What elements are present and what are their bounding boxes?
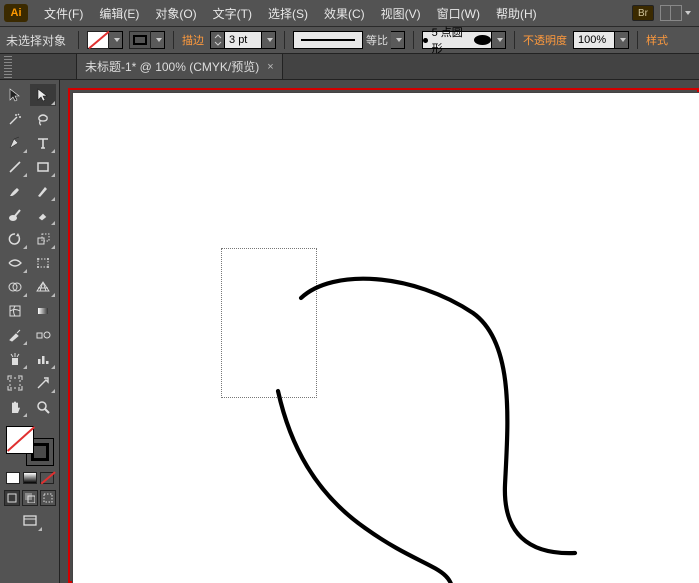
lasso-tool[interactable] bbox=[30, 108, 56, 130]
eyedropper-tool[interactable] bbox=[2, 324, 28, 346]
zoom-tool[interactable] bbox=[30, 396, 56, 418]
fill-swatch[interactable] bbox=[87, 31, 123, 49]
rectangle-tool[interactable] bbox=[30, 156, 56, 178]
fill-color-box[interactable] bbox=[6, 426, 34, 454]
fill-stroke-indicator[interactable] bbox=[4, 424, 56, 468]
workspace-switcher[interactable] bbox=[660, 5, 691, 21]
hand-tool[interactable] bbox=[2, 396, 28, 418]
close-tab-button[interactable]: × bbox=[267, 61, 273, 73]
style-label[interactable]: 样式 bbox=[646, 32, 668, 48]
column-graph-tool[interactable] bbox=[30, 348, 56, 370]
canvas[interactable] bbox=[60, 80, 699, 583]
drawn-paths bbox=[73, 93, 699, 583]
menu-window[interactable]: 窗口(W) bbox=[429, 2, 488, 25]
document-tab[interactable]: 未标题-1* @ 100% (CMYK/预览) × bbox=[76, 53, 283, 79]
menu-edit[interactable]: 编辑(E) bbox=[91, 2, 147, 25]
divider bbox=[413, 31, 414, 49]
work-area bbox=[0, 80, 699, 583]
panel-grip-icon[interactable] bbox=[4, 56, 12, 78]
document-tab-title: 未标题-1* @ 100% (CMYK/预览) bbox=[85, 58, 259, 75]
blob-brush-tool[interactable] bbox=[2, 204, 28, 226]
draw-inside-mode[interactable] bbox=[40, 490, 56, 506]
selection-tool[interactable] bbox=[2, 84, 28, 106]
draw-normal-mode[interactable] bbox=[4, 490, 20, 506]
gradient-tool[interactable] bbox=[30, 300, 56, 322]
line-tool[interactable] bbox=[2, 156, 28, 178]
rotate-tool[interactable] bbox=[2, 228, 28, 250]
brush-definition[interactable]: 5 点圆形 bbox=[422, 31, 506, 49]
divider bbox=[514, 31, 515, 49]
stroke-weight-field[interactable]: 3 pt bbox=[210, 31, 276, 49]
selection-status: 未选择对象 bbox=[6, 32, 66, 49]
magic-wand-tool[interactable] bbox=[2, 108, 28, 130]
color-mode-row bbox=[2, 472, 57, 484]
pencil-tool[interactable] bbox=[30, 180, 56, 202]
color-mode-none[interactable] bbox=[40, 472, 54, 484]
artboard[interactable] bbox=[72, 92, 699, 583]
menu-type[interactable]: 文字(T) bbox=[205, 2, 260, 25]
app-badge-icon: Ai bbox=[4, 4, 28, 22]
divider bbox=[173, 31, 174, 49]
toolbox bbox=[0, 80, 60, 583]
opacity-label[interactable]: 不透明度 bbox=[523, 32, 567, 48]
pen-tool[interactable] bbox=[2, 132, 28, 154]
document-tab-strip: 未标题-1* @ 100% (CMYK/预览) × bbox=[0, 54, 699, 80]
menu-help[interactable]: 帮助(H) bbox=[488, 2, 545, 25]
perspective-grid-tool[interactable] bbox=[30, 276, 56, 298]
color-mode-gradient[interactable] bbox=[23, 472, 37, 484]
menu-bar: Ai 文件(F) 编辑(E) 对象(O) 文字(T) 选择(S) 效果(C) 视… bbox=[0, 0, 699, 26]
direct-selection-tool[interactable] bbox=[30, 84, 56, 106]
divider bbox=[78, 31, 79, 49]
options-bar: 未选择对象 描边 3 pt 等比 5 点圆形 不透明度 100% 样式 bbox=[0, 26, 699, 54]
menu-file[interactable]: 文件(F) bbox=[36, 2, 91, 25]
scale-tool[interactable] bbox=[30, 228, 56, 250]
menu-select[interactable]: 选择(S) bbox=[260, 2, 316, 25]
menu-effect[interactable]: 效果(C) bbox=[316, 2, 373, 25]
opacity-field[interactable]: 100% bbox=[573, 31, 629, 49]
stroke-profile[interactable]: 等比 bbox=[293, 31, 405, 49]
mesh-tool[interactable] bbox=[2, 300, 28, 322]
type-tool[interactable] bbox=[30, 132, 56, 154]
blend-tool[interactable] bbox=[30, 324, 56, 346]
free-transform-tool[interactable] bbox=[30, 252, 56, 274]
divider bbox=[284, 31, 285, 49]
stroke-swatch[interactable] bbox=[129, 31, 165, 49]
divider bbox=[637, 31, 638, 49]
artboard-tool[interactable] bbox=[2, 372, 28, 394]
paintbrush-tool[interactable] bbox=[2, 180, 28, 202]
menu-view[interactable]: 视图(V) bbox=[373, 2, 429, 25]
screen-mode-button[interactable] bbox=[17, 510, 43, 532]
symbol-sprayer-tool[interactable] bbox=[2, 348, 28, 370]
slice-tool[interactable] bbox=[30, 372, 56, 394]
eraser-tool[interactable] bbox=[30, 204, 56, 226]
stroke-label[interactable]: 描边 bbox=[182, 32, 204, 48]
width-tool[interactable] bbox=[2, 252, 28, 274]
draw-behind-mode[interactable] bbox=[22, 490, 38, 506]
color-mode-solid[interactable] bbox=[6, 472, 20, 484]
menu-object[interactable]: 对象(O) bbox=[147, 2, 204, 25]
bridge-icon[interactable]: Br bbox=[632, 5, 654, 21]
shape-builder-tool[interactable] bbox=[2, 276, 28, 298]
